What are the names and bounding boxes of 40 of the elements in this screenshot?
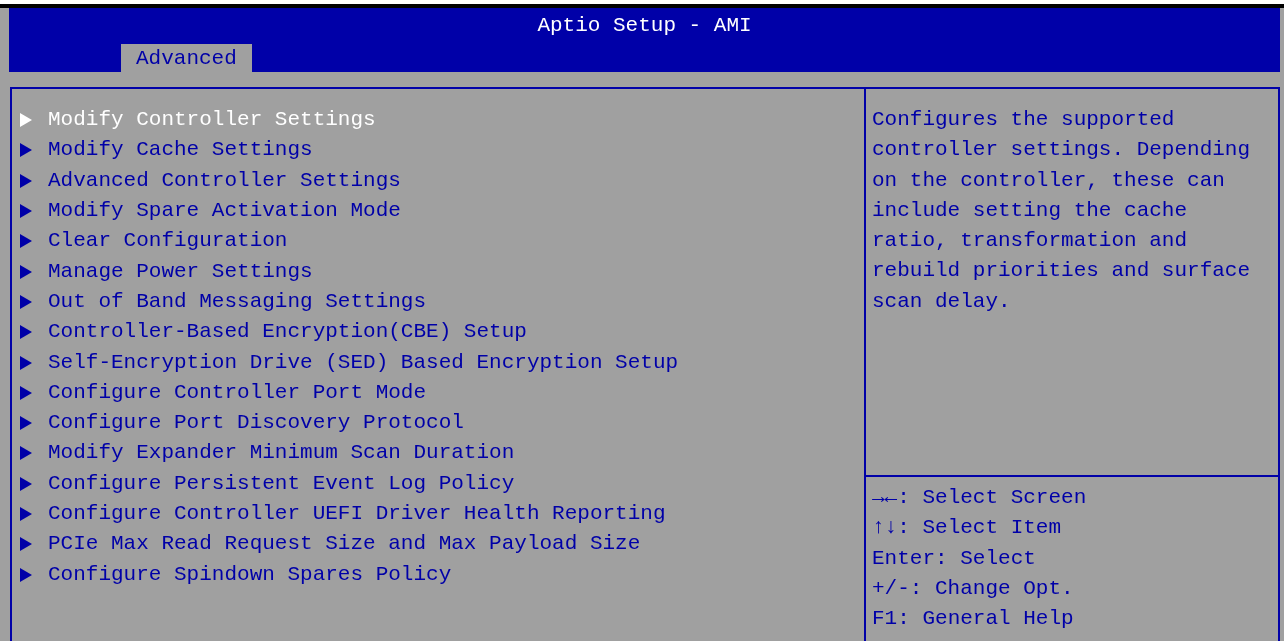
menu-item[interactable]: Self-Encryption Drive (SED) Based Encryption Setup: [20, 347, 864, 378]
menu-item[interactable]: PCIe Max Read Request Size and Max Payload Size: [20, 529, 864, 560]
menu-item[interactable]: Modify Controller Settings: [20, 105, 864, 136]
key-help-line: ↑↓: Select Item: [872, 515, 1063, 542]
menu-item[interactable]: Modify Spare Activation Mode: [20, 195, 864, 227]
triangle-icon: [20, 385, 32, 400]
menu-item[interactable]: Clear Configuration: [20, 226, 864, 257]
key-help-line: +/-: Change Opt.: [872, 575, 1075, 602]
tab[interactable]: Advanced: [121, 44, 252, 74]
menu-item[interactable]: Configure Port Discovery Protocol: [20, 407, 864, 439]
key-help-line: →←: Select Screen: [872, 485, 1088, 511]
triangle-icon: [20, 143, 32, 158]
triangle-icon: [20, 113, 32, 128]
triangle-icon: [20, 264, 32, 279]
menu-item[interactable]: Configure Controller UEFI Driver Health Reporting: [20, 498, 864, 530]
menu-item[interactable]: Configure Persistent Event Log Policy: [20, 468, 864, 499]
menu-item[interactable]: Advanced Controller Settings: [20, 165, 864, 196]
help-text: Configures the supported controller settings. Depending on the controller, these can include setting the cache ratio, transformation and rebuild priorities and surface scan delay.: [871, 107, 1252, 315]
menu-item[interactable]: Out of Band Messaging Settings: [20, 286, 864, 318]
menu-item[interactable]: Manage Power Settings: [20, 256, 864, 287]
triangle-icon: [20, 567, 32, 582]
menu-item[interactable]: Modify Expander Minimum Scan Duration: [20, 438, 864, 469]
triangle-icon: [20, 446, 32, 461]
triangle-icon: [20, 507, 32, 521]
menu-item[interactable]: Modify Cache Settings: [20, 135, 864, 166]
triangle-icon: [20, 476, 32, 491]
menu-item[interactable]: Configure Controller Port Mode: [20, 377, 864, 408]
triangle-icon: [20, 173, 32, 188]
menu-item[interactable]: Configure Spindown Spares Policy: [20, 559, 864, 590]
triangle-icon: [20, 416, 32, 431]
menu-item[interactable]: Controller-Based Encryption(CBE) Setup: [20, 317, 864, 348]
key-help-line: Enter: Select: [872, 545, 1037, 572]
triangle-icon: [20, 234, 32, 249]
triangle-icon: [20, 294, 32, 309]
triangle-icon: [20, 325, 32, 340]
triangle-icon: [20, 537, 32, 552]
triangle-icon: [20, 355, 32, 370]
window-title: Aptio Setup - AMI: [537, 13, 752, 38]
triangle-icon: [20, 204, 32, 219]
key-help-line: F1: General Help: [872, 606, 1075, 633]
